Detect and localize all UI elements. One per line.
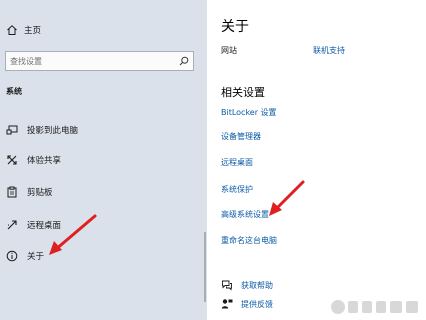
feedback-icon (221, 299, 233, 309)
clipboard-icon (7, 186, 17, 198)
nav-label: 远程桌面 (27, 221, 62, 231)
settings-search-box[interactable]: 查找设置 (5, 51, 194, 71)
nav-label: 体验共享 (27, 156, 62, 166)
system-protection-link[interactable]: 系统保护 (221, 184, 253, 195)
home-nav-item[interactable]: 主页 (6, 22, 41, 38)
help-label: 提供反馈 (241, 299, 273, 309)
search-icon[interactable] (179, 56, 189, 66)
rename-this-pc-link[interactable]: 重命名这台电脑 (221, 235, 277, 246)
nav-item-clipboard[interactable]: 剪贴板 (6, 184, 53, 200)
online-support-link[interactable]: 联机支持 (313, 45, 345, 56)
shared-experiences-icon (7, 155, 17, 165)
nav-label: 剪贴板 (27, 188, 53, 198)
feedback-link[interactable]: 提供反馈 (221, 298, 273, 310)
nav-label: 关于 (27, 252, 45, 262)
get-help-icon (222, 280, 232, 291)
remote-desktop-link[interactable]: 远程桌面 (221, 157, 253, 168)
info-icon (6, 250, 18, 262)
nav-item-shared-experiences[interactable]: 体验共享 (6, 152, 61, 168)
search-placeholder: 查找设置 (10, 56, 42, 66)
projector-icon (6, 125, 18, 135)
website-label: 网站 (221, 46, 237, 55)
get-help-link[interactable]: 获取帮助 (221, 279, 273, 291)
home-icon (7, 25, 17, 35)
related-settings-heading: 相关设置 (221, 86, 265, 99)
nav-item-remote-desktop[interactable]: 远程桌面 (6, 217, 61, 233)
nav-item-about[interactable]: 关于 (6, 248, 44, 264)
nav-label: 投影到此电脑 (27, 126, 79, 136)
about-page: 关于 网站 联机支持 相关设置 BitLocker 设置 设备管理器 远程桌面 … (207, 0, 426, 320)
home-label: 主页 (24, 26, 42, 36)
system-section-heading: 系统 (6, 87, 22, 96)
remote-desktop-icon (7, 220, 17, 230)
bitlocker-settings-link[interactable]: BitLocker 设置 (221, 107, 277, 118)
advanced-system-settings-link[interactable]: 高级系统设置 (221, 209, 269, 220)
nav-item-project-to-pc[interactable]: 投影到此电脑 (6, 122, 78, 138)
help-label: 获取帮助 (241, 280, 273, 290)
device-manager-link[interactable]: 设备管理器 (221, 131, 261, 142)
page-title: 关于 (221, 19, 249, 35)
navigation-sidebar: 主页 查找设置 系统 投影到此电脑 体验共享 剪贴板 远程桌面 关于 (0, 0, 207, 320)
sidebar-scrollbar[interactable] (204, 232, 206, 302)
